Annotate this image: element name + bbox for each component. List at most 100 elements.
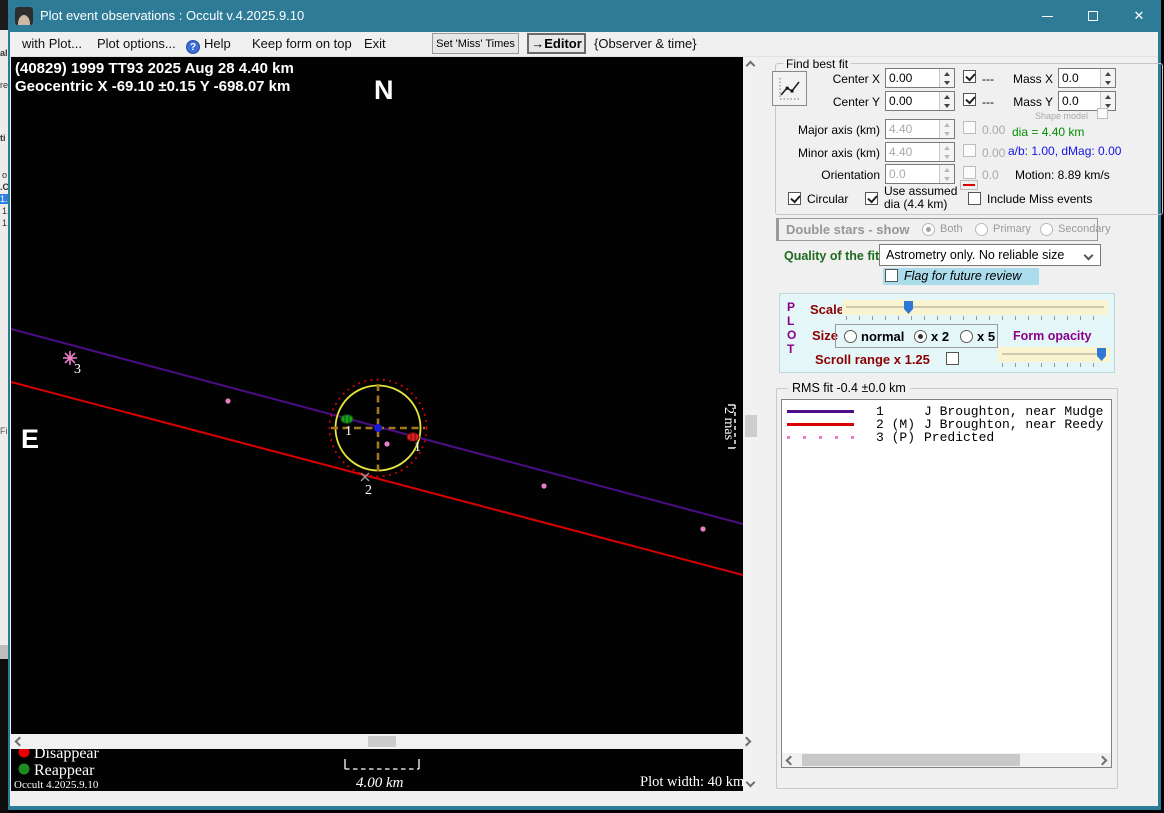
- major-axis-fit-checkbox: [963, 121, 976, 134]
- east-label: E: [21, 424, 39, 454]
- form-opacity-label: Form opacity: [1013, 329, 1092, 343]
- motion-label: Motion: 8.89 km/s: [1015, 168, 1110, 182]
- legend-list-hscrollbar[interactable]: [782, 753, 1111, 767]
- menu-plot-options[interactable]: Plot options...: [97, 36, 176, 51]
- use-assumed-label: Use assumed dia (4.4 km): [884, 184, 958, 211]
- marker2-label: 2: [365, 483, 372, 498]
- scale-slider-thumb[interactable]: [904, 301, 913, 314]
- mas-label: 2 mas: [721, 407, 736, 440]
- menu-exit[interactable]: Exit: [364, 36, 386, 51]
- close-button[interactable]: ✕: [1116, 0, 1162, 32]
- use-assumed-checkbox[interactable]: [865, 192, 878, 205]
- scroll-range-checkbox[interactable]: [946, 352, 959, 365]
- plot-letter: T: [787, 342, 795, 356]
- observer-time-label: {Observer & time}: [594, 36, 697, 51]
- size-normal-label: normal: [861, 329, 905, 344]
- minor-axis-err: 0.00: [982, 146, 1006, 160]
- mass-x-spinner[interactable]: 0.0: [1058, 68, 1116, 88]
- find-best-fit-label: Find best fit: [783, 57, 852, 71]
- occult-version-label: Occult 4.2025.9.10: [14, 779, 99, 791]
- double-secondary-radio: [1040, 223, 1053, 236]
- scale-label: Scale: [810, 302, 844, 317]
- plot-settings-panel: P L O T Scale Size normal x 2 x 5 Form o…: [779, 293, 1115, 373]
- rms-fit-label: RMS fit -0.4 ±0.0 km: [788, 381, 910, 395]
- observer-legend-list[interactable]: 1J Broughton, near Mudge 2 (M) J Broughto…: [781, 399, 1112, 768]
- orientation-err: 0.0: [982, 168, 999, 182]
- reappear-dot-icon: [18, 763, 30, 775]
- orientation-spinner: 0.0: [885, 164, 955, 184]
- scale-slider-ticks: [846, 316, 1104, 320]
- form-opacity-slider[interactable]: [998, 347, 1110, 362]
- shape-model-checkbox: [1097, 108, 1108, 119]
- menu-keep-on-top[interactable]: Keep form on top: [252, 36, 352, 51]
- form-opacity-slider-thumb[interactable]: [1097, 348, 1106, 361]
- double-secondary-label: Secondary: [1058, 223, 1111, 235]
- vscroll-thumb[interactable]: [745, 415, 757, 437]
- circular-checkbox[interactable]: [788, 192, 801, 205]
- minimize-button[interactable]: [1024, 0, 1070, 32]
- flag-review-row: Flag for future review: [883, 268, 1039, 285]
- scale-slider[interactable]: [842, 300, 1108, 315]
- plot-letter: O: [787, 328, 797, 342]
- double-primary-radio: [975, 223, 988, 236]
- dia-label: dia = 4.40 km: [1012, 125, 1085, 139]
- legend-hscroll-thumb[interactable]: [802, 754, 1020, 766]
- shape-model-label: Shape model: [1035, 111, 1089, 121]
- scroll-up-icon[interactable]: [745, 60, 756, 71]
- scroll-left-icon[interactable]: [14, 736, 25, 747]
- include-miss-checkbox[interactable]: [968, 192, 981, 205]
- marker1-red-label: 1: [414, 440, 421, 455]
- double-both-label: Both: [940, 223, 963, 235]
- orientation-label: Orientation: [821, 168, 880, 182]
- plot-vertical-scrollbar[interactable]: [744, 57, 758, 791]
- scroll-range-label: Scroll range x 1.25: [815, 352, 930, 367]
- menubar: with Plot... Plot options... ? Help Keep …: [10, 32, 1158, 57]
- center-y-label: Center Y: [832, 95, 880, 109]
- control-panel: Find best fit Center X 0.00 --- Mass X 0…: [760, 57, 1163, 806]
- size-x5-radio[interactable]: [960, 330, 973, 343]
- scroll-right-icon[interactable]: [1097, 755, 1108, 766]
- size-normal-radio[interactable]: [844, 330, 857, 343]
- chord-colour-swatch[interactable]: [960, 180, 978, 190]
- quality-combobox[interactable]: Astrometry only. No reliable size: [879, 244, 1101, 266]
- plot-horizontal-scrollbar[interactable]: [11, 734, 758, 749]
- maximize-icon: [1088, 11, 1098, 21]
- plot-canvas[interactable]: 3 1 1 2 (40829) 1999 TT93 2025 Aug 28 4.…: [11, 57, 743, 791]
- north-label: N: [374, 75, 394, 105]
- scalebar-label: 4.00 km: [356, 775, 404, 791]
- major-axis-err: 0.00: [982, 123, 1006, 137]
- maximize-button[interactable]: [1070, 0, 1116, 32]
- plot-header-line2: Geocentric X -69.10 ±0.15 Y -698.07 km: [15, 78, 290, 95]
- center-x-spinner[interactable]: 0.00: [885, 68, 955, 88]
- window-title: Plot event observations : Occult v.4.202…: [40, 8, 305, 23]
- size-x2-label: x 2: [931, 329, 950, 344]
- menu-help[interactable]: ? Help: [186, 36, 231, 54]
- scroll-down-icon[interactable]: [745, 777, 756, 788]
- menu-with-plot[interactable]: with Plot...: [22, 36, 82, 51]
- scroll-left-icon[interactable]: [785, 755, 796, 766]
- form-opacity-ticks: [1002, 363, 1106, 367]
- major-axis-spinner: 4.40: [885, 119, 955, 139]
- size-x5-label: x 5: [977, 329, 996, 344]
- quality-value: Astrometry only. No reliable size: [886, 248, 1065, 262]
- occult-plot-window: Plot event observations : Occult v.4.202…: [8, 0, 1163, 810]
- legend-row[interactable]: 3 (P) Predicted: [787, 430, 994, 445]
- ab-dmag-label: a/b: 1.00, dMag: 0.00: [1008, 144, 1122, 158]
- minimize-icon: [1041, 15, 1053, 17]
- hscroll-thumb[interactable]: [368, 736, 396, 747]
- minor-axis-label: Minor axis (km): [797, 146, 880, 160]
- marker3-label: 3: [74, 362, 81, 377]
- close-icon: ✕: [1133, 8, 1145, 23]
- double-stars-group: Double stars - show Both Primary Seconda…: [776, 218, 1111, 241]
- flag-review-checkbox[interactable]: [885, 269, 898, 282]
- scale-bar: [344, 759, 420, 770]
- best-fit-button[interactable]: [772, 71, 807, 106]
- include-miss-label: Include Miss events: [987, 192, 1093, 206]
- set-miss-times-button[interactable]: Set 'Miss' Times: [432, 33, 519, 54]
- center-y-spinner[interactable]: 0.00: [885, 91, 955, 111]
- orientation-fit-checkbox: [963, 166, 976, 179]
- size-x2-radio[interactable]: [914, 330, 927, 343]
- editor-button[interactable]: →Editor: [527, 33, 586, 54]
- scroll-right-icon[interactable]: [741, 736, 752, 747]
- center-x-label: Center X: [832, 72, 880, 86]
